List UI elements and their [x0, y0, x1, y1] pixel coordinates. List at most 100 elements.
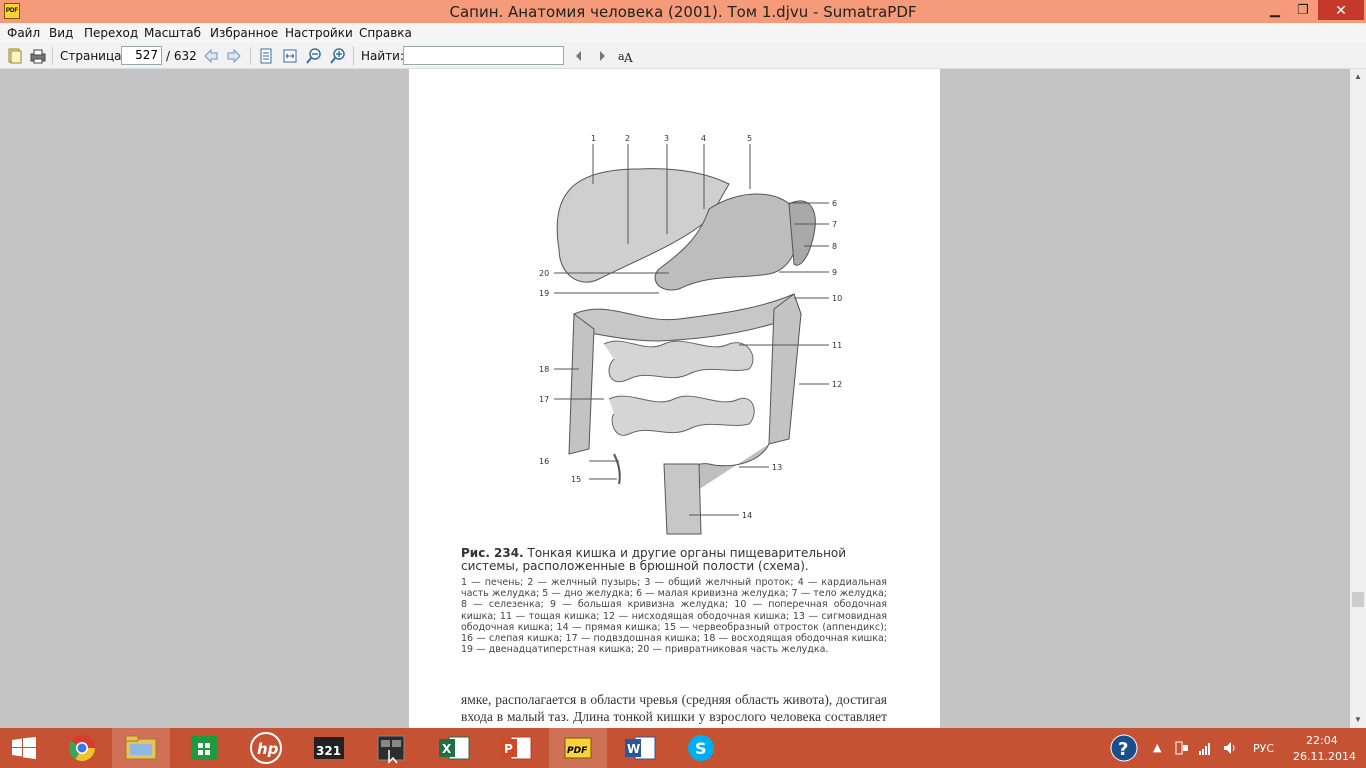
scroll-up-icon[interactable]: ▲ — [1350, 69, 1366, 85]
ascending-colon-shape — [568, 313, 595, 455]
back-icon[interactable] — [202, 47, 220, 65]
figure-label-10: 10 — [832, 294, 842, 303]
menu-settings[interactable]: Настройки — [285, 26, 353, 40]
close-button[interactable]: ✕ — [1318, 0, 1364, 20]
document-viewer[interactable]: 1 2 3 4 5 6 7 8 9 10 11 12 13 14 15 16 1… — [0, 69, 1350, 728]
figure-label-8: 8 — [832, 242, 837, 251]
clock-date[interactable]: 26.11.2014 — [1293, 750, 1356, 763]
figure-label-1: 1 — [591, 134, 596, 143]
fit-width-icon[interactable] — [281, 47, 299, 65]
svg-text:W: W — [627, 742, 640, 756]
forward-icon[interactable] — [225, 47, 243, 65]
title-bar: PDF Сапин. Анатомия человека (2001). Том… — [0, 0, 1366, 23]
taskbar: hp 321 X P PDF W S ? ▲ РУС 22:04 26.11.2… — [0, 728, 1366, 768]
svg-text:hp: hp — [257, 740, 279, 758]
clock-time[interactable]: 22:04 — [1306, 734, 1338, 747]
toolbar-separator — [353, 47, 354, 65]
store-icon — [191, 736, 217, 760]
find-next-icon[interactable] — [593, 47, 611, 65]
taskbar-skype[interactable]: S — [672, 728, 730, 768]
find-input[interactable] — [403, 46, 564, 65]
start-icon[interactable] — [12, 737, 36, 759]
page-number-input[interactable]: 527 — [121, 46, 162, 65]
menu-zoom[interactable]: Масштаб — [144, 26, 201, 40]
taskbar-unknown-app[interactable] — [362, 728, 420, 768]
page-label: Страница: — [60, 49, 126, 63]
media-player-icon: 321 — [314, 737, 344, 759]
taskbar-excel[interactable]: X — [425, 728, 483, 768]
anatomy-figure: 1 2 3 4 5 6 7 8 9 10 11 12 13 14 15 16 1… — [539, 134, 842, 535]
rectum-shape — [663, 463, 702, 535]
figure-label-15: 15 — [571, 475, 581, 484]
scrollbar-thumb[interactable] — [1352, 592, 1364, 607]
figure-label-16: 16 — [539, 457, 549, 466]
figure-label-18: 18 — [539, 365, 549, 374]
volume-icon[interactable] — [1222, 740, 1238, 756]
figure-label-19: 19 — [539, 289, 549, 298]
taskbar-store[interactable] — [175, 728, 233, 768]
document-page: 1 2 3 4 5 6 7 8 9 10 11 12 13 14 15 16 1… — [409, 69, 940, 728]
language-indicator[interactable]: РУС — [1253, 742, 1274, 755]
taskbar-sumatrapdf[interactable]: PDF — [549, 728, 607, 768]
maximize-button[interactable]: ❐ — [1290, 0, 1316, 20]
print-icon[interactable] — [29, 47, 47, 65]
caption-number: Рис. 234. — [461, 546, 524, 560]
menu-file[interactable]: Файл — [7, 26, 40, 40]
taskbar-hp[interactable]: hp — [237, 728, 295, 768]
menu-favorites[interactable]: Избранное — [210, 26, 278, 40]
match-case-icon[interactable]: aA — [616, 47, 634, 65]
body-text: ямке, располагается в области чревья (ср… — [461, 692, 887, 728]
sumatrapdf-icon: PDF — [564, 737, 592, 759]
zoom-in-icon[interactable] — [329, 47, 347, 65]
svg-text:321: 321 — [316, 744, 341, 758]
find-prev-icon[interactable] — [570, 47, 588, 65]
taskbar-chrome[interactable] — [53, 728, 111, 768]
figure-label-17: 17 — [539, 395, 549, 404]
scroll-down-icon[interactable]: ▼ — [1350, 712, 1366, 728]
zoom-out-icon[interactable] — [305, 47, 323, 65]
powerpoint-icon: P — [501, 736, 532, 760]
toolbar-separator — [52, 47, 53, 65]
vertical-scrollbar[interactable]: ▲ ▼ — [1350, 69, 1366, 728]
svg-text:PDF: PDF — [567, 746, 588, 756]
menu-bar: Файл Вид Переход Масштаб Избранное Настр… — [0, 23, 1366, 43]
figure-label-2: 2 — [625, 134, 630, 143]
open-icon[interactable] — [6, 47, 24, 65]
svg-text:X: X — [442, 742, 452, 756]
find-label: Найти: — [361, 49, 405, 63]
help-icon[interactable]: ? — [1110, 734, 1138, 762]
small-intestine-shape — [603, 340, 755, 436]
fit-page-icon[interactable] — [257, 47, 275, 65]
figure-label-6: 6 — [832, 199, 837, 208]
figure-label-11: 11 — [832, 341, 842, 350]
svg-text:?: ? — [1118, 739, 1128, 760]
figure-label-13: 13 — [772, 463, 782, 472]
minimize-button[interactable]: ▁ — [1262, 0, 1288, 20]
taskbar-file-explorer[interactable] — [112, 728, 170, 768]
figure-label-7: 7 — [832, 220, 837, 229]
network-icon[interactable] — [1198, 740, 1214, 756]
svg-text:S: S — [695, 739, 707, 758]
figure-label-4: 4 — [701, 134, 706, 143]
figure-caption: Рис. 234. Тонкая кишка и другие органы п… — [461, 547, 887, 573]
taskbar-media-player[interactable]: 321 — [300, 728, 358, 768]
window-title: Сапин. Анатомия человека (2001). Том 1.d… — [449, 3, 917, 21]
menu-view[interactable]: Вид — [49, 26, 73, 40]
chrome-icon — [68, 735, 96, 762]
taskbar-powerpoint[interactable]: P — [487, 728, 545, 768]
excel-icon: X — [439, 736, 470, 760]
show-hidden-icons-icon[interactable]: ▲ — [1153, 741, 1161, 754]
taskbar-word[interactable]: W — [611, 728, 669, 768]
figure-label-3: 3 — [664, 134, 669, 143]
figure-label-5: 5 — [747, 134, 752, 143]
power-icon[interactable] — [1174, 740, 1190, 756]
menu-help[interactable]: Справка — [359, 26, 412, 40]
spleen-shape — [788, 200, 816, 266]
page-total: / 632 — [166, 49, 197, 63]
figure-legend: 1 — печень; 2 — желчный пузырь; 3 — общи… — [461, 577, 887, 656]
svg-text:A: A — [623, 51, 633, 65]
hp-icon: hp — [250, 732, 282, 764]
menu-go[interactable]: Переход — [84, 26, 138, 40]
app-window-icon — [377, 735, 405, 764]
transverse-colon-shape — [573, 293, 802, 342]
